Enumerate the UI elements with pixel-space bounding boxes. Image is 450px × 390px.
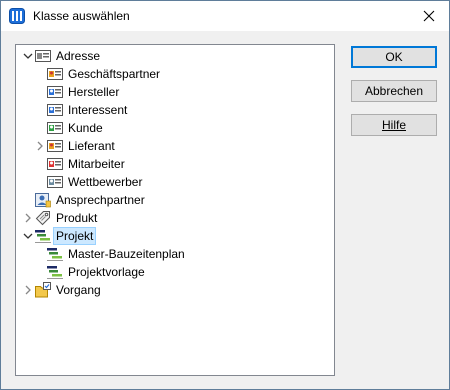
address-card-gray-icon xyxy=(47,176,63,188)
dialog-window: Klasse auswählen Adresse Geschäftspartne… xyxy=(0,0,450,390)
chevron-right-icon[interactable] xyxy=(34,140,46,152)
close-button[interactable] xyxy=(409,1,449,31)
chevron-right-icon[interactable] xyxy=(22,212,34,224)
tree-item-ansprechpartner[interactable]: Ansprechpartner xyxy=(54,192,147,208)
tree-item-kunde[interactable]: Kunde xyxy=(66,120,105,136)
title-bar: Klasse auswählen xyxy=(1,1,449,31)
ok-button[interactable]: OK xyxy=(351,46,437,68)
tree-item-lieferant[interactable]: Lieferant xyxy=(66,138,117,154)
tree-item-adresse[interactable]: Adresse xyxy=(54,48,102,64)
tree-item-interessent[interactable]: Interessent xyxy=(66,102,129,118)
tree-item-projekt[interactable]: Projekt xyxy=(53,227,97,245)
chevron-down-icon[interactable] xyxy=(22,230,34,242)
grid-icon xyxy=(9,8,25,24)
address-card-orange-icon xyxy=(47,68,63,80)
tree-item-vorgang[interactable]: Vorgang xyxy=(54,282,103,298)
chevron-down-icon[interactable] xyxy=(22,50,34,62)
tree-item-hersteller[interactable]: Hersteller xyxy=(66,84,121,100)
help-button[interactable]: Hilfe xyxy=(351,114,437,136)
tree-item-produkt[interactable]: Produkt xyxy=(54,210,99,226)
help-button-label: Hilfe xyxy=(381,118,406,132)
folder-check-icon xyxy=(35,282,51,298)
close-icon xyxy=(423,10,435,22)
tag-icon xyxy=(35,211,50,226)
window-title: Klasse auswählen xyxy=(33,9,130,23)
address-card-icon xyxy=(35,50,51,62)
gantt-icon xyxy=(47,248,63,261)
tree-item-wettbewerber[interactable]: Wettbewerber xyxy=(66,174,144,190)
chevron-right-icon[interactable] xyxy=(22,284,34,296)
tree-item-mitarbeiter[interactable]: Mitarbeiter xyxy=(66,156,127,172)
tree-item-projektvorlage[interactable]: Projektvorlage xyxy=(66,264,147,280)
address-card-red-icon xyxy=(47,158,63,170)
class-tree[interactable]: Adresse Geschäftspartner Hersteller Inte… xyxy=(15,44,335,376)
cancel-button[interactable]: Abbrechen xyxy=(351,80,437,102)
address-card-blue-icon xyxy=(47,86,63,98)
tree-item-geschaeftspartner[interactable]: Geschäftspartner xyxy=(66,66,162,82)
address-card-blue-icon xyxy=(47,104,63,116)
contact-icon xyxy=(35,193,51,208)
address-card-green-icon xyxy=(47,122,63,134)
tree-item-master-bauzeitenplan[interactable]: Master-Bauzeitenplan xyxy=(66,246,187,262)
gantt-icon xyxy=(47,266,63,279)
gantt-icon xyxy=(35,230,51,243)
address-card-orange-icon xyxy=(47,140,63,152)
